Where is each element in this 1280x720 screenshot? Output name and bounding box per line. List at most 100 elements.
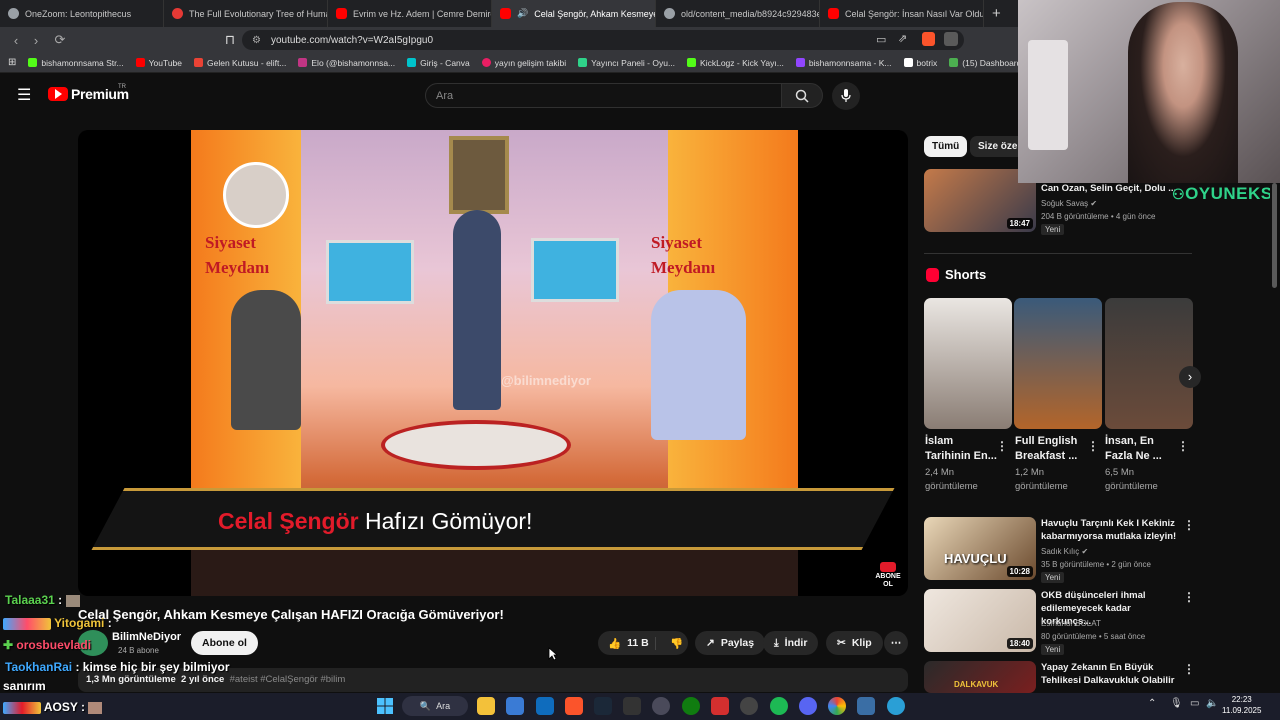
settings-gear-icon[interactable] (740, 697, 758, 715)
thumbs-up-icon: 👍 (608, 637, 622, 650)
globe-icon[interactable] (887, 697, 905, 715)
chip-all[interactable]: Tümü (924, 136, 968, 157)
brave-shield-icon[interactable] (922, 32, 935, 46)
network-app-icon[interactable] (857, 697, 875, 715)
voice-search-button[interactable] (832, 82, 860, 110)
bookmark-item[interactable]: bishamonnsama Str... (28, 58, 124, 68)
short-thumbnail[interactable] (1014, 298, 1102, 429)
file-explorer-icon[interactable] (477, 697, 495, 715)
taskbar-search[interactable]: 🔍 Ara (402, 696, 468, 716)
hamburger-menu-icon[interactable]: ☰ (17, 85, 31, 105)
bookmark-item[interactable]: Yayıncı Paneli - Oyu... (578, 58, 675, 68)
video-menu-icon[interactable]: ⋮ (1183, 518, 1195, 532)
browser-tab[interactable]: Evrim ve Hz. Adem | Cemre Demirel... (328, 0, 492, 27)
channel-name[interactable]: BilimNeDiyor (112, 631, 181, 643)
bookmark-item[interactable]: (15) Dashboard / Str... (949, 58, 1018, 68)
short-title[interactable]: İnsan, En Fazla Ne ... (1105, 434, 1177, 464)
bookmark-item[interactable]: bishamonnsama - K... (795, 58, 892, 68)
dislike-button[interactable]: 👎 (662, 637, 683, 650)
store-icon[interactable] (506, 697, 524, 715)
url-bar[interactable]: ⚙ youtube.com/watch?v=W2aI5gIpgu0 (242, 30, 964, 50)
sidebar-video-channel[interactable]: Sadık Kılıç ✔ (1041, 546, 1088, 557)
twitch-icon (795, 58, 805, 67)
video-player[interactable]: Siyaset Meydanı Siyaset Meydanı @bilimne… (78, 130, 908, 596)
short-menu-icon[interactable]: ⋮ (996, 439, 1008, 453)
system-clock[interactable]: 22:23 11.09.2025 (1222, 694, 1261, 716)
video-thumbnail[interactable]: HAVUÇLU 10:28 (924, 517, 1036, 580)
share-button[interactable]: ↗ Paylaş (695, 631, 766, 655)
short-thumbnail[interactable] (924, 298, 1012, 429)
bookmark-item[interactable]: botrix (903, 58, 937, 68)
site-info-icon[interactable]: ⚙ (252, 35, 261, 46)
short-views: 2,4 Mn görüntüleme (925, 467, 978, 492)
video-duration: 18:40 (1006, 638, 1033, 649)
browser-tab[interactable]: Celal Şengör: İnsan Nasıl Var Oldu? ... (820, 0, 984, 27)
short-menu-icon[interactable]: ⋮ (1087, 439, 1099, 453)
forward-icon[interactable]: › (26, 33, 46, 48)
bookmark-item[interactable]: Gelen Kutusu - elift... (194, 58, 286, 68)
sidebar-video-channel[interactable]: Soğuk Savaş ✔ (1041, 198, 1097, 209)
video-menu-icon[interactable]: ⋮ (1183, 662, 1195, 676)
like-button[interactable]: 👍 11 B (598, 636, 656, 650)
browser-tab[interactable]: old/content_media/b8924c929483e3... (656, 0, 820, 27)
short-menu-icon[interactable]: ⋮ (1177, 439, 1189, 453)
reload-icon[interactable]: ⟳ (50, 32, 70, 48)
bookmark-item[interactable]: KickLogz - Kick Yayı... (687, 58, 784, 68)
download-button[interactable]: ⤓ İndir (763, 631, 819, 655)
sidebar-video-title[interactable]: Havuçlu Tarçınlı Kek I Kekiniz kabarmıyo… (1041, 517, 1177, 543)
steam-icon[interactable] (594, 697, 612, 715)
cast-icon[interactable]: ▭ (876, 33, 886, 46)
guest-right-figure (651, 290, 746, 440)
short-title[interactable]: Full English Breakfast ... (1015, 434, 1087, 464)
network-icon[interactable]: ▭ (1190, 698, 1199, 709)
browser-tab[interactable]: The Full Evolutionary Tree of Human... (164, 0, 328, 27)
video-duration: 10:28 (1006, 566, 1033, 577)
apps-grid-icon[interactable]: ⊞ (8, 57, 16, 68)
browser-tab[interactable]: OneZoom: Leontopithecus (0, 0, 164, 27)
bookmark-item[interactable]: Giriş - Canva (407, 58, 470, 68)
bookmark-item[interactable]: YouTube (135, 58, 182, 68)
app-icon[interactable] (711, 697, 729, 715)
short-title[interactable]: İslam Tarihinin En... (925, 434, 997, 464)
volume-icon[interactable]: 🔈 (1206, 698, 1218, 709)
windows-start-icon[interactable] (376, 697, 394, 715)
short-thumbnail[interactable] (1105, 298, 1193, 429)
subscriber-count: 24 B abone (118, 646, 159, 655)
video-menu-icon[interactable]: ⋮ (1183, 590, 1195, 604)
chat-message: ✚ orosbuevladi (3, 638, 92, 652)
shorts-next-button[interactable]: › (1179, 366, 1201, 388)
brave-browser-icon[interactable] (565, 697, 583, 715)
tray-mic-icon[interactable]: 🎙 (1170, 698, 1183, 709)
share-icon[interactable]: ⇗ (898, 32, 907, 45)
bookmark-item[interactable]: yayın gelişim takibi (481, 58, 566, 68)
sidebar-video-title[interactable]: Can Ozan, Selin Geçit, Dolu ... (1041, 182, 1181, 195)
subscribe-button[interactable]: Abone ol (191, 631, 258, 655)
search-input[interactable]: Ara (425, 83, 782, 108)
video-thumbnail[interactable]: 18:40 (924, 589, 1036, 652)
epic-games-icon[interactable] (623, 697, 641, 715)
bookmark-item[interactable]: Elo (@bishamonnsa... (298, 58, 395, 68)
sidebar-video-meta: 204 B görüntüleme • 4 gün önce (1041, 212, 1156, 221)
new-tab-button[interactable]: + (984, 5, 1009, 22)
xbox-icon[interactable] (682, 697, 700, 715)
hashtags[interactable]: #ateist #CelalŞengör #bilim (230, 674, 346, 685)
rewards-icon[interactable] (944, 32, 958, 46)
obs-icon[interactable] (652, 697, 670, 715)
outlook-icon[interactable] (536, 697, 554, 715)
video-thumbnail[interactable]: DALKAVUK (924, 661, 1036, 693)
bookmark-icon[interactable]: ⊓ (220, 32, 240, 48)
speaker-icon: 🔊 (517, 8, 529, 18)
sidebar-video-channel[interactable]: Esmanur BOLAT (1041, 618, 1101, 629)
spotify-icon[interactable] (770, 697, 788, 715)
chrome-icon[interactable] (828, 697, 846, 715)
back-icon[interactable]: ‹ (6, 33, 26, 48)
tray-chevron-up-icon[interactable]: ⌃ (1148, 698, 1156, 709)
scrollbar-thumb[interactable] (1272, 183, 1277, 288)
stage-floor-logo (381, 420, 571, 470)
clip-button[interactable]: ✂ Klip (826, 631, 883, 655)
search-button[interactable] (781, 83, 823, 108)
discord-icon[interactable] (799, 697, 817, 715)
browser-tab-active[interactable]: 🔊Celal Şengör, Ahkam Kesmeye...✕ (492, 0, 656, 27)
verified-icon: ✔ (1090, 199, 1098, 208)
more-actions-button[interactable]: ⋯ (884, 631, 908, 655)
